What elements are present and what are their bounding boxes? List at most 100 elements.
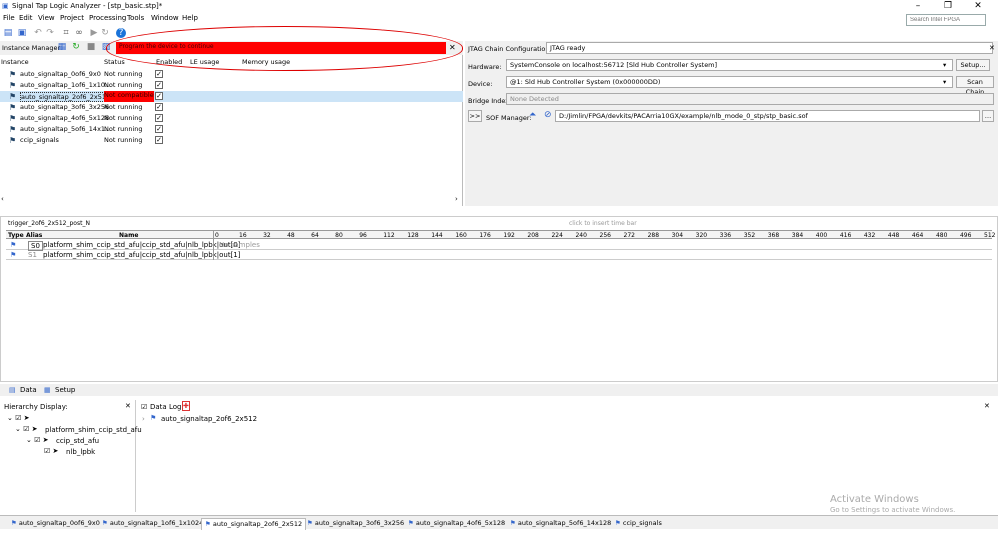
app-icon: ▣	[2, 2, 9, 10]
col-status[interactable]: Status	[104, 58, 125, 66]
doc-tab[interactable]: ⚑ auto_signaltap_5of6_14x128	[507, 518, 614, 530]
col-memory-usage[interactable]: Memory usage	[242, 58, 290, 66]
enabled-checkbox[interactable]: ✓	[155, 136, 163, 144]
browse-button[interactable]: …	[982, 110, 994, 122]
chevron-down-icon[interactable]: ▾	[943, 61, 946, 69]
expand-icon[interactable]: ›	[142, 415, 145, 423]
device-select[interactable]: @1: Sld Hub Controller System (0x000000D…	[506, 76, 953, 88]
tree-root-node[interactable]: ⌄ ☑ ➤	[7, 414, 29, 422]
close-datalog-icon[interactable]: ✕	[984, 402, 990, 410]
menu-processing[interactable]: Processing	[89, 14, 126, 22]
tree-node-label[interactable]: nlb_lpbk	[66, 448, 95, 456]
tab-data[interactable]: Data	[20, 386, 37, 394]
ruler-tick: 32	[263, 232, 271, 239]
chevron-down-icon[interactable]: ▾	[943, 78, 946, 86]
close-window-button[interactable]: ✕	[964, 0, 992, 12]
help-icon[interactable]: ?	[116, 28, 126, 38]
instance-icon: ⚑	[9, 70, 17, 79]
sof-expand-button[interactable]: >>	[468, 110, 482, 122]
doc-tab[interactable]: ⚑ ccip_signals	[612, 518, 665, 530]
col-enabled[interactable]: Enabled	[156, 58, 182, 66]
col-le-usage[interactable]: LE usage	[190, 58, 219, 66]
device-label: Device:	[468, 80, 493, 88]
data-log-icon[interactable]: ✚	[182, 401, 190, 411]
tree-node-label[interactable]: ccip_std_afu	[56, 437, 99, 445]
table-row[interactable]: ⚑ auto_signaltap_0of6_9x0 Not running ✓	[0, 69, 463, 80]
sof-path-field[interactable]: D:/Jimlin/FPGA/devkits/PACArria10GX/exam…	[555, 110, 980, 122]
menu-help[interactable]: Help	[182, 14, 198, 22]
ruler-tick: 448	[887, 232, 900, 239]
data-log-checkbox[interactable]: ☑	[141, 403, 147, 411]
time-bar-hint[interactable]: click to insert time bar	[569, 220, 637, 227]
setup-button[interactable]: Setup...	[956, 59, 990, 71]
ruler-tick: 416	[839, 232, 852, 239]
attach-file-icon[interactable]: ⊘	[544, 110, 552, 120]
table-row[interactable]: ⚑ auto_signaltap_3of6_3x256 Not running ✓	[0, 102, 463, 113]
bridge-index-select[interactable]: None Detected	[506, 93, 994, 105]
enabled-checkbox[interactable]: ✓	[155, 92, 163, 100]
enabled-checkbox[interactable]: ✓	[155, 70, 163, 78]
table-row[interactable]: ⚑ ccip_signals Not running ✓	[0, 135, 463, 146]
doc-tab-active[interactable]: ⚑ auto_signaltap_2of6_2x512	[201, 518, 307, 530]
signal-row[interactable]: ⚑ S0 platform_shim_ccip_std_afu|ccip_std…	[6, 240, 992, 251]
enabled-checkbox[interactable]: ✓	[155, 81, 163, 89]
enabled-checkbox[interactable]: ✓	[155, 103, 163, 111]
scroll-left-icon[interactable]: ‹	[1, 195, 4, 203]
autorun-analysis-icon[interactable]: ▦	[57, 42, 67, 52]
jtag-panel: JTAG Chain Configuration: JTAG ready ✕ H…	[465, 41, 998, 206]
menu-window[interactable]: Window	[151, 14, 179, 22]
instance-icon: ⚑	[9, 103, 17, 112]
menu-tools[interactable]: Tools	[127, 14, 144, 22]
ruler-tick: 240	[575, 232, 587, 239]
ruler-tick: 112	[383, 232, 395, 239]
autorun-icon[interactable]: ↻	[100, 28, 110, 38]
doc-tab[interactable]: ⚑ auto_signaltap_4of6_5x128	[405, 518, 508, 530]
tree-node-label[interactable]: platform_shim_ccip_std_afu	[45, 426, 142, 434]
undo-icon[interactable]: ↶	[33, 28, 43, 38]
ruler-tick: 288	[647, 232, 660, 239]
stop-icon[interactable]: ■	[86, 42, 96, 52]
table-row[interactable]: ⚑ auto_signaltap_1of6_1x10... Not running ✓	[0, 80, 463, 91]
doc-tab[interactable]: ⚑ auto_signaltap_3of6_3x256	[304, 518, 407, 530]
ruler-tick: 352	[743, 232, 756, 239]
device-icon[interactable]: ▤	[3, 28, 13, 38]
maximize-button[interactable]: ❐	[934, 0, 962, 12]
tab-setup[interactable]: Setup	[55, 386, 75, 394]
menu-file[interactable]: File	[3, 14, 15, 22]
signal-row[interactable]: ⚑ S1 platform_shim_ccip_std_afu|ccip_std…	[6, 250, 992, 260]
ruler-tick: 128	[407, 232, 419, 239]
enabled-checkbox[interactable]: ✓	[155, 114, 163, 122]
doc-tab[interactable]: ⚑ auto_signaltap_0of6_9x0	[8, 518, 103, 530]
menu-view[interactable]: View	[38, 14, 55, 22]
enabled-checkbox[interactable]: ✓	[155, 125, 163, 133]
ruler-tick: 496	[959, 232, 972, 239]
ruler-tick: 80	[335, 232, 343, 239]
tree-node-toggle[interactable]: ⌄ ☑ ➤	[26, 436, 48, 444]
doc-tab[interactable]: ⚑ auto_signaltap_1of6_1x1024	[99, 518, 206, 530]
node-finder-icon[interactable]: ⌗	[61, 28, 71, 38]
search-input[interactable]	[906, 14, 986, 26]
tree-node-toggle[interactable]: ⌄ ☑ ➤	[15, 425, 37, 433]
col-instance[interactable]: Instance	[1, 58, 29, 66]
table-row[interactable]: ⚑ auto_signaltap_5of6_14x1... Not running ✓	[0, 124, 463, 135]
close-hierarchy-icon[interactable]: ✕	[125, 402, 131, 410]
table-row-selected[interactable]: ⚑ auto_signaltap_2of6_2x512 Not compatible…	[0, 91, 463, 102]
menu-project[interactable]: Project	[60, 14, 84, 22]
program-device-icon[interactable]: ⏶	[529, 110, 536, 120]
scroll-right-icon[interactable]: ›	[455, 195, 458, 203]
redo-icon[interactable]: ↷	[45, 28, 55, 38]
run-icon[interactable]: ▶	[89, 28, 99, 38]
minimize-button[interactable]: –	[904, 0, 932, 12]
scan-chain-button[interactable]: Scan Chain	[956, 76, 994, 96]
close-jtag-icon[interactable]: ✕	[989, 44, 995, 52]
table-row[interactable]: ⚑ auto_signaltap_4of6_5x128 Not running ✓	[0, 113, 463, 124]
save-icon[interactable]: ▣	[17, 28, 27, 38]
refresh-icon[interactable]: ↻	[71, 42, 81, 52]
ruler-tick: 384	[791, 232, 804, 239]
data-log-item[interactable]: auto_signaltap_2of6_2x512	[161, 415, 257, 423]
ruler-tick: 304	[671, 232, 684, 239]
binoculars-icon[interactable]: ∞	[74, 28, 84, 38]
hardware-select[interactable]: SystemConsole on localhost:56712 [Sld Hu…	[506, 59, 953, 71]
menu-edit[interactable]: Edit	[19, 14, 33, 22]
tree-node-toggle[interactable]: ☑ ➤	[44, 447, 58, 455]
